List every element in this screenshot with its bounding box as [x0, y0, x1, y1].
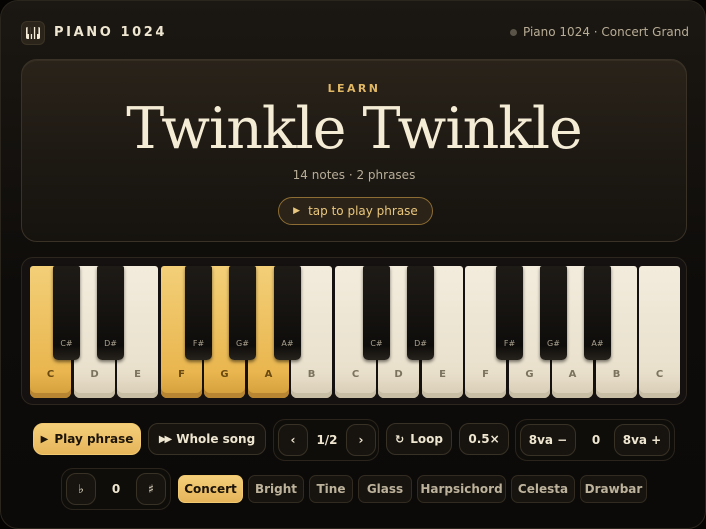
song-title: Twinkle Twinkle	[126, 96, 583, 162]
key-label: A#	[591, 339, 604, 348]
key-label: A	[264, 369, 273, 380]
black-key[interactable]: D#	[407, 266, 434, 360]
octave-up-label: 8va +	[622, 433, 662, 447]
transpose-value: 0	[111, 482, 121, 496]
key-label: A#	[281, 339, 294, 348]
phrase-navigator: ‹ 1/2 ›	[273, 419, 379, 461]
octave-up-button[interactable]: 8va +	[614, 424, 670, 456]
flat-icon: ♭	[78, 482, 84, 496]
black-key[interactable]: G#	[540, 266, 567, 360]
octave-down-label: 8va −	[528, 433, 568, 447]
loop-button[interactable]: ↻ Loop	[386, 423, 452, 455]
sharp-icon: ♯	[148, 482, 154, 496]
octave-value: 0	[591, 433, 601, 447]
sound-option-tine[interactable]: Tine	[309, 475, 353, 503]
app-window: PIANO 1024 Piano 1024 · Concert Grand LE…	[0, 0, 706, 529]
key-label: C	[655, 369, 664, 380]
sound-option-bright[interactable]: Bright	[248, 475, 304, 503]
sound-option-concert[interactable]: Concert	[178, 475, 243, 503]
black-key[interactable]: D#	[97, 266, 124, 360]
key-label: B	[612, 369, 621, 380]
tap-to-play-phrase-button[interactable]: ▶ tap to play phrase	[278, 197, 433, 225]
next-phrase-button[interactable]: ›	[346, 424, 376, 456]
play-phrase-label: Play phrase	[54, 432, 134, 446]
song-summary: 14 notes · 2 phrases	[292, 168, 416, 182]
piano-keyboard: C D E F G A B C D E F G A B C C# D# F# G…	[21, 257, 687, 405]
speed-label: 0.5×	[468, 432, 500, 446]
sound-option-harpsichord[interactable]: Harpsichord	[417, 475, 506, 503]
black-key[interactable]: F#	[496, 266, 523, 360]
lesson-card: LEARN Twinkle Twinkle 14 notes · 2 phras…	[21, 59, 687, 242]
key-label: C	[46, 369, 55, 380]
app-title: PIANO 1024	[54, 25, 168, 40]
key-label: G	[220, 369, 229, 380]
sound-option-label: Glass	[366, 482, 404, 496]
white-key[interactable]: C	[639, 266, 680, 398]
flat-button[interactable]: ♭	[66, 473, 96, 505]
play-icon: ▶	[293, 206, 301, 216]
speed-button[interactable]: 0.5×	[459, 423, 509, 455]
tap-to-play-label: tap to play phrase	[308, 204, 418, 218]
chevron-left-icon: ‹	[290, 433, 296, 447]
play-phrase-button[interactable]: ▶ Play phrase	[33, 423, 141, 455]
phrase-indicator: 1/2	[316, 433, 338, 447]
sound-option-glass[interactable]: Glass	[358, 475, 412, 503]
sound-option-label: Bright	[254, 482, 298, 496]
sound-option-celesta[interactable]: Celesta	[511, 475, 575, 503]
previous-phrase-button[interactable]: ‹	[278, 424, 308, 456]
loop-icon: ↻	[395, 432, 405, 446]
key-label: C#	[60, 339, 73, 348]
key-label: G#	[236, 339, 249, 348]
status-indicator	[510, 29, 517, 36]
sound-option-label: Drawbar	[584, 482, 643, 496]
octave-down-button[interactable]: 8va −	[520, 424, 576, 456]
key-label: E	[134, 369, 141, 380]
sound-option-label: Celesta	[517, 482, 569, 496]
key-label: F	[482, 369, 489, 380]
key-label: C	[351, 369, 360, 380]
key-label: G	[525, 369, 534, 380]
key-label: F#	[192, 339, 205, 348]
sound-option-drawbar[interactable]: Drawbar	[580, 475, 647, 503]
key-label: D#	[104, 339, 117, 348]
black-key[interactable]: G#	[229, 266, 256, 360]
key-label: F#	[503, 339, 516, 348]
key-label: F	[178, 369, 185, 380]
key-label: C#	[370, 339, 383, 348]
sound-option-label: Concert	[184, 482, 237, 496]
chevron-right-icon: ›	[358, 433, 364, 447]
play-icon: ▶	[40, 433, 49, 445]
octave-control: 8va − 0 8va +	[515, 419, 675, 461]
whole-song-button[interactable]: ▶▶ Whole song	[148, 423, 266, 455]
key-label: D#	[414, 339, 427, 348]
lesson-kicker: LEARN	[327, 82, 381, 95]
key-label: G#	[547, 339, 560, 348]
black-key[interactable]: A#	[584, 266, 611, 360]
key-label: D	[394, 369, 403, 380]
fast-forward-icon: ▶▶	[158, 433, 172, 445]
key-label: D	[90, 369, 99, 380]
piano-keys-icon	[21, 21, 45, 45]
black-key[interactable]: C#	[363, 266, 390, 360]
transpose-control: ♭ 0 ♯	[61, 468, 171, 510]
black-key[interactable]: A#	[274, 266, 301, 360]
sharp-button[interactable]: ♯	[136, 473, 166, 505]
whole-song-label: Whole song	[176, 432, 256, 446]
instrument-status: Piano 1024 · Concert Grand	[523, 25, 689, 39]
key-label: B	[307, 369, 316, 380]
sound-option-label: Tine	[316, 482, 346, 496]
black-key[interactable]: C#	[53, 266, 80, 360]
key-label: A	[568, 369, 577, 380]
key-label: E	[439, 369, 446, 380]
black-key[interactable]: F#	[185, 266, 212, 360]
loop-label: Loop	[410, 432, 443, 446]
sound-option-label: Harpsichord	[420, 482, 503, 496]
